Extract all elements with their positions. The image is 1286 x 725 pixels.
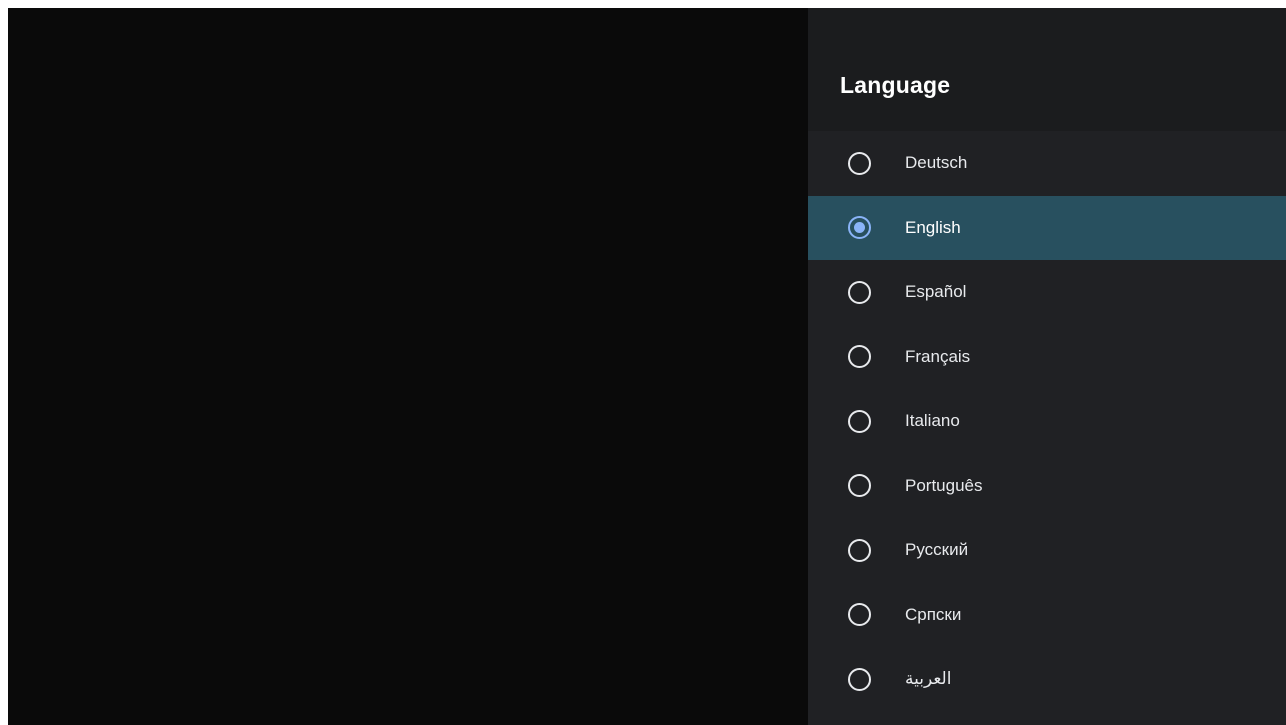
radio-button-icon: [848, 345, 871, 369]
radio-button-icon: [848, 474, 871, 498]
language-option-arabic[interactable]: العربية: [808, 647, 1286, 712]
language-option-deutsch[interactable]: Deutsch: [808, 131, 1286, 196]
radio-button-icon: [848, 409, 871, 433]
radio-button-icon: [848, 538, 871, 562]
language-settings-panel: Language Deutsch English Español Françai…: [808, 8, 1286, 725]
language-option-label: Português: [905, 475, 983, 495]
language-option-label: Italiano: [905, 411, 960, 431]
language-option-label: English: [905, 217, 961, 237]
language-option-espanol[interactable]: Español: [808, 260, 1286, 325]
language-option-serbian[interactable]: Српски: [808, 583, 1286, 648]
panel-header: Language: [808, 8, 1286, 131]
radio-button-icon: [848, 667, 871, 691]
language-option-italiano[interactable]: Italiano: [808, 389, 1286, 454]
tv-screen: Language Deutsch English Español Françai…: [8, 8, 1286, 725]
language-option-label: Русский: [905, 540, 969, 560]
language-option-english[interactable]: English: [808, 195, 1286, 260]
radio-button-icon: [848, 603, 871, 627]
language-option-label: Español: [905, 282, 967, 302]
radio-button-icon: [848, 151, 871, 175]
panel-title: Language: [840, 72, 951, 98]
language-option-label: Deutsch: [905, 153, 968, 173]
language-option-label: Français: [905, 346, 971, 366]
language-option-portugues[interactable]: Português: [808, 454, 1286, 519]
language-option-label: العربية: [905, 669, 952, 689]
language-option-russian[interactable]: Русский: [808, 518, 1286, 583]
language-option-label: Српски: [905, 604, 962, 624]
language-option-francais[interactable]: Français: [808, 325, 1286, 390]
radio-button-icon: [848, 216, 871, 240]
radio-button-icon: [848, 280, 871, 304]
background-area: [8, 8, 808, 725]
language-list: Deutsch English Español Français Italian…: [808, 131, 1286, 712]
